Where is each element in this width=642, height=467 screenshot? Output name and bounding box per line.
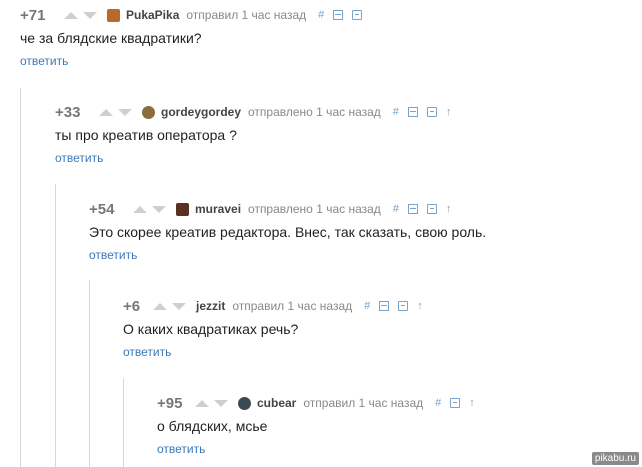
comment-score: +54 (89, 200, 115, 218)
comment-header: +71 PukaPika отправил 1 час назад # (20, 6, 371, 24)
comment-text: ты про креатив оператора ? (55, 127, 237, 143)
save-icon[interactable] (352, 10, 363, 20)
comment-timestamp: отправлено 1 час назад (248, 105, 381, 119)
parent-comment-icon[interactable]: ↑ (417, 300, 423, 312)
comment-score: +6 (123, 297, 141, 315)
save-icon[interactable] (426, 107, 437, 117)
comment-timestamp: отправил 1 час назад (303, 396, 424, 410)
comment-timestamp: отправил 1 час назад (232, 299, 353, 313)
comment-score: +95 (157, 394, 183, 412)
collapse-icon[interactable] (379, 301, 390, 311)
comment-text: че за блядские квадратики? (20, 30, 202, 46)
permalink-icon[interactable]: # (318, 9, 324, 21)
thread-line-2 (55, 184, 56, 467)
collapse-icon[interactable] (407, 107, 418, 117)
upvote-icon[interactable] (133, 205, 147, 213)
downvote-icon[interactable] (214, 399, 228, 407)
downvote-icon[interactable] (118, 108, 132, 116)
upvote-icon[interactable] (64, 11, 78, 19)
comment-timestamp: отправлено 1 час назад (248, 202, 381, 216)
avatar[interactable] (142, 105, 155, 119)
comment-header: +95 cubear отправил 1 час назад # ↑ (157, 394, 484, 412)
comment-timestamp: отправил 1 час назад (186, 8, 307, 22)
username[interactable]: PukaPika (126, 8, 179, 22)
comment-header: +33 gordeygordey отправлено 1 час назад … (55, 103, 460, 121)
permalink-icon[interactable]: # (435, 397, 441, 409)
vote-controls (195, 399, 228, 407)
save-icon[interactable] (398, 301, 409, 311)
save-icon[interactable] (450, 398, 461, 408)
downvote-icon[interactable] (152, 205, 166, 213)
thread-line-3 (89, 280, 90, 467)
comment-header: +6 jezzit отправил 1 час назад # ↑ (123, 297, 432, 315)
comment-text: Это скорее креатив редактора. Внес, так … (89, 224, 487, 240)
thread-line-1 (20, 88, 21, 467)
site-watermark: pikabu.ru (591, 452, 639, 465)
avatar[interactable] (107, 8, 120, 22)
username[interactable]: gordeygordey (161, 105, 241, 119)
avatar[interactable] (238, 396, 251, 410)
parent-comment-icon[interactable]: ↑ (446, 106, 452, 118)
avatar[interactable] (176, 202, 189, 216)
username[interactable]: jezzit (196, 299, 225, 313)
permalink-icon[interactable]: # (364, 300, 370, 312)
comment-text: о блядских, мсье (157, 418, 268, 434)
comment-header: +54 muravei отправлено 1 час назад # ↑ (89, 200, 460, 218)
collapse-icon[interactable] (333, 10, 344, 20)
reply-link[interactable]: ответить (55, 151, 103, 165)
parent-comment-icon[interactable]: ↑ (469, 397, 475, 409)
upvote-icon[interactable] (153, 302, 167, 310)
reply-link[interactable]: ответить (157, 442, 205, 456)
vote-controls (99, 108, 132, 116)
reply-link[interactable]: ответить (89, 248, 137, 262)
vote-controls (133, 205, 166, 213)
permalink-icon[interactable]: # (393, 203, 399, 215)
comment-score: +33 (55, 103, 81, 121)
upvote-icon[interactable] (99, 108, 113, 116)
vote-controls (153, 302, 186, 310)
username[interactable]: cubear (257, 396, 296, 410)
username[interactable]: muravei (195, 202, 241, 216)
reply-link[interactable]: ответить (20, 54, 68, 68)
parent-comment-icon[interactable]: ↑ (446, 203, 452, 215)
collapse-icon[interactable] (407, 204, 418, 214)
downvote-icon[interactable] (83, 11, 97, 19)
permalink-icon[interactable]: # (393, 106, 399, 118)
downvote-icon[interactable] (172, 302, 186, 310)
thread-line-4 (123, 378, 124, 467)
vote-controls (64, 11, 97, 19)
comment-text: О каких квадратиках речь? (123, 321, 299, 337)
reply-link[interactable]: ответить (123, 345, 171, 359)
upvote-icon[interactable] (195, 399, 209, 407)
comment-score: +71 (20, 6, 46, 24)
save-icon[interactable] (426, 204, 437, 214)
